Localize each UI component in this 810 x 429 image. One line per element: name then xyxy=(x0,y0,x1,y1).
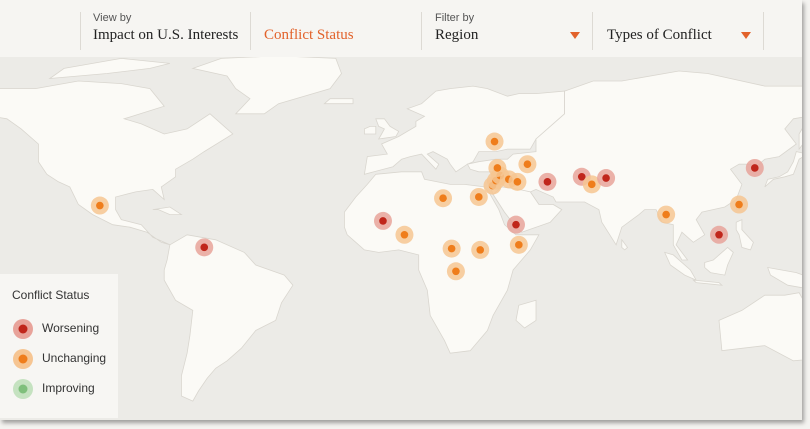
marker-core xyxy=(379,217,387,225)
divider xyxy=(763,12,764,50)
marker-core xyxy=(587,180,596,189)
improving-core xyxy=(18,384,28,394)
marker-core xyxy=(400,230,409,239)
view-conflict-status[interactable]: Conflict Status xyxy=(264,27,354,57)
conflict-marker-unchanging[interactable] xyxy=(657,205,676,224)
region-filter-dropdown[interactable]: Region xyxy=(435,27,585,55)
legend-title: Conflict Status xyxy=(12,288,90,302)
conflict-marker-worsening[interactable] xyxy=(710,225,729,244)
region-filter-label: Region xyxy=(435,27,479,43)
conflict-marker-unchanging[interactable] xyxy=(508,172,527,191)
marker-core xyxy=(515,241,523,249)
view-impact-us-interests[interactable]: Impact on U.S. Interests xyxy=(93,27,238,57)
marker-core xyxy=(523,160,532,168)
world-map[interactable] xyxy=(0,57,802,420)
marker-core xyxy=(476,246,485,254)
worsening-dot-icon xyxy=(13,319,33,339)
conflict-type-filter-label: Types of Conflict xyxy=(607,27,712,43)
improving-dot-icon xyxy=(13,379,33,399)
conflict-marker-unchanging[interactable] xyxy=(442,239,461,258)
marker-core xyxy=(735,200,743,209)
conflict-marker-unchanging[interactable] xyxy=(395,225,414,244)
marker-core xyxy=(543,178,552,186)
filter-by-label: Filter by xyxy=(435,12,475,24)
marker-core xyxy=(602,174,610,182)
conflict-marker-unchanging[interactable] xyxy=(471,240,490,259)
conflict-marker-unchanging[interactable] xyxy=(446,262,465,281)
marker-core xyxy=(493,164,502,172)
marker-core xyxy=(475,193,483,201)
legend-item-improving[interactable]: Improving xyxy=(12,378,116,400)
conflict-marker-worsening[interactable] xyxy=(538,172,557,191)
marker-core xyxy=(490,137,499,146)
divider xyxy=(592,12,593,50)
chevron-down-icon xyxy=(570,32,580,39)
divider xyxy=(80,12,81,50)
legend: Conflict Status Worsening Unchanging Imp… xyxy=(0,274,118,418)
unchanging-dot-icon xyxy=(13,349,33,369)
conflict-marker-worsening[interactable] xyxy=(373,211,392,230)
worsening-core xyxy=(18,324,28,334)
marker-core xyxy=(439,194,447,203)
conflict-marker-unchanging[interactable] xyxy=(509,235,528,254)
conflict-marker-unchanging[interactable] xyxy=(518,155,537,174)
conflict-marker-unchanging[interactable] xyxy=(485,132,504,151)
unchanging-core xyxy=(18,354,28,364)
divider xyxy=(421,12,422,50)
conflict-marker-unchanging[interactable] xyxy=(730,195,749,214)
divider xyxy=(250,12,251,50)
legend-label: Worsening xyxy=(42,321,100,335)
conflict-marker-unchanging[interactable] xyxy=(90,196,109,215)
marker-core xyxy=(662,210,670,219)
marker-core xyxy=(96,201,104,210)
conflict-marker-worsening[interactable] xyxy=(195,238,214,257)
marker-core xyxy=(750,164,759,172)
legend-label: Unchanging xyxy=(42,351,107,365)
legend-item-worsening[interactable]: Worsening xyxy=(12,318,116,340)
marker-core xyxy=(715,230,723,239)
landmass-iceland xyxy=(323,98,354,105)
conflict-marker-unchanging[interactable] xyxy=(488,158,507,177)
view-by-label: View by xyxy=(93,12,132,24)
conflict-marker-worsening[interactable] xyxy=(506,215,525,234)
app-frame: View by Impact on U.S. Interests Conflic… xyxy=(0,0,802,420)
toolbar: View by Impact on U.S. Interests Conflic… xyxy=(0,0,802,58)
conflict-type-filter-dropdown[interactable]: Types of Conflict xyxy=(607,27,757,55)
conflict-marker-worsening[interactable] xyxy=(745,158,764,177)
legend-label: Improving xyxy=(42,381,95,395)
marker-core xyxy=(512,220,520,229)
marker-core xyxy=(452,267,460,276)
marker-core xyxy=(200,243,209,252)
chevron-down-icon xyxy=(741,32,751,39)
marker-core xyxy=(447,244,456,253)
conflict-marker-worsening[interactable] xyxy=(597,169,616,188)
legend-item-unchanging[interactable]: Unchanging xyxy=(12,348,116,370)
marker-core xyxy=(513,178,522,186)
conflict-marker-unchanging[interactable] xyxy=(434,189,453,208)
